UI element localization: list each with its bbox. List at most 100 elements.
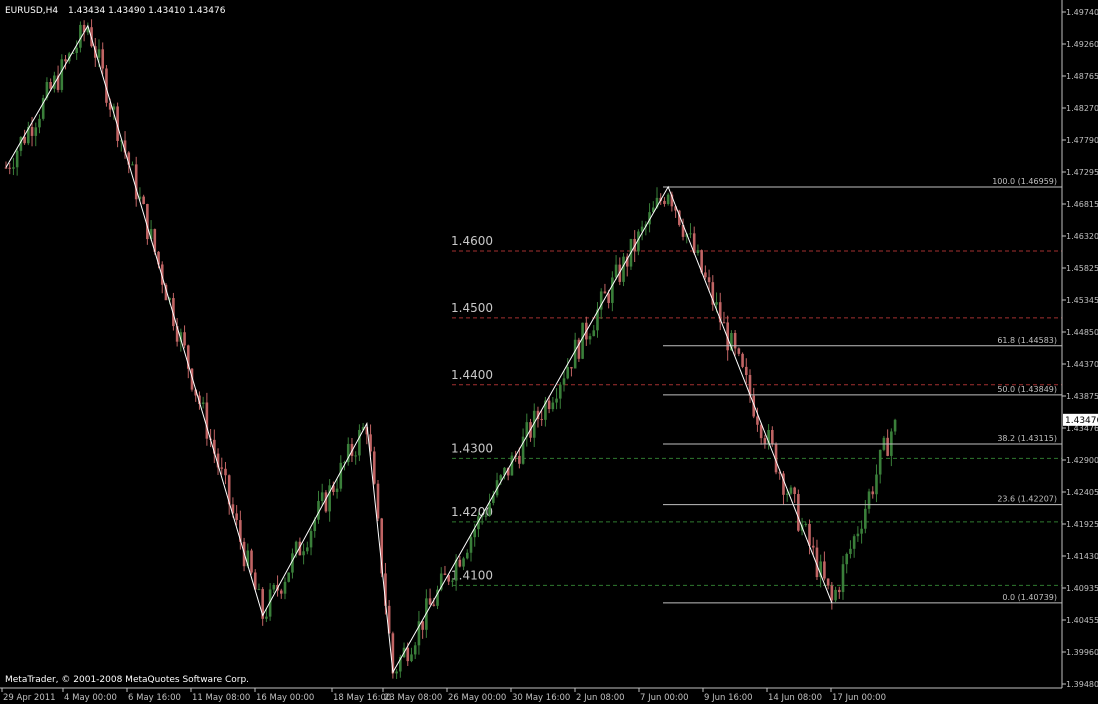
candle-body [581, 322, 584, 359]
price-tick-label: 1.42405 [1066, 488, 1098, 497]
candle-body [183, 332, 186, 346]
candle-body [220, 467, 224, 469]
candle-body [573, 339, 577, 369]
price-tick-label: 1.47295 [1066, 168, 1098, 177]
price-tick-label: 1.44370 [1066, 360, 1098, 369]
level-label: 1.4500 [451, 301, 493, 315]
candle-body [458, 559, 462, 567]
time-tick-label: 9 Jun 16:00 [704, 693, 753, 703]
candle-body [744, 366, 748, 375]
fib-level-label: 0.0 (1.40739) [1002, 593, 1057, 602]
candle-body [852, 536, 856, 549]
price-tick-label: 1.42900 [1066, 456, 1098, 465]
candle-body [30, 127, 34, 136]
time-tick-label: 2 Jun 08:00 [576, 693, 625, 703]
candle-body [841, 564, 845, 593]
current-price-label: 1.43476 [1065, 416, 1098, 426]
candle-body [4, 167, 8, 169]
time-tick-label: 23 May 08:00 [384, 693, 442, 703]
candle-body [793, 487, 796, 495]
candle-body [797, 494, 800, 531]
candle-body [570, 367, 573, 369]
price-tick-label: 1.40935 [1066, 584, 1098, 593]
price-tick-label: 1.48765 [1066, 72, 1098, 81]
candle-body [235, 513, 238, 521]
candle-body [785, 493, 789, 495]
price-tick-label: 1.39480 [1066, 680, 1098, 689]
candle-body [592, 330, 596, 337]
time-tick-label: 14 Jun 08:00 [768, 693, 822, 703]
candle-body [320, 492, 324, 502]
candle-body [12, 167, 15, 169]
candle-body [666, 194, 670, 205]
price-chart[interactable]: 1.46001.45001.44001.43001.42001.4100 100… [0, 0, 1098, 704]
candle-body [558, 384, 562, 399]
candle-body [547, 400, 551, 410]
price-tick-label: 1.48270 [1066, 104, 1098, 113]
chart-ohlc-values: 1.43434 1.43490 1.43410 1.43476 [68, 6, 226, 16]
candle-body [469, 537, 473, 553]
candle-body [413, 645, 417, 655]
candle-body [8, 167, 12, 169]
candle-body [146, 204, 149, 240]
candle-body [257, 589, 261, 591]
candle-body [540, 419, 543, 421]
price-tick-label: 1.41430 [1066, 552, 1098, 561]
candle-body [395, 671, 398, 674]
candle-body [834, 589, 837, 601]
candle-body [886, 437, 889, 456]
candle-body [309, 531, 313, 548]
candle-body [551, 402, 555, 410]
candle-body [789, 487, 793, 494]
candle-body [131, 164, 134, 166]
candle-body [845, 553, 849, 565]
current-price-marker: 1.43476 [1063, 413, 1098, 426]
candle-body [510, 455, 514, 476]
candle-body [488, 502, 491, 516]
time-tick-label: 17 Jun 00:00 [832, 693, 886, 703]
candle-body [707, 277, 711, 283]
candle-body [663, 200, 666, 205]
price-tick-label: 1.46320 [1066, 232, 1098, 241]
candle-body [763, 438, 767, 445]
candle-body [562, 378, 566, 385]
candle-body [614, 264, 618, 278]
time-tick-label: 16 May 00:00 [256, 693, 314, 703]
candle-body [465, 552, 469, 559]
candle-body [555, 398, 558, 403]
candle-body [607, 293, 610, 303]
candle-body [811, 545, 815, 548]
chart-symbol-title: EURUSD,H4 [5, 6, 58, 16]
candle-body [737, 348, 741, 354]
price-tick-label: 1.43875 [1066, 392, 1098, 401]
candle-body [588, 336, 592, 340]
price-tick-label: 1.45345 [1066, 296, 1098, 305]
price-tick-label: 1.49260 [1066, 40, 1098, 49]
candle-body [875, 474, 878, 495]
fib-level-label: 23.6 (1.42207) [997, 495, 1057, 504]
candle-body [205, 402, 209, 439]
time-tick-label: 26 May 00:00 [448, 693, 506, 703]
candle-body [826, 578, 830, 586]
candle-body [849, 548, 852, 554]
fib-level-label: 38.2 (1.43115) [997, 434, 1057, 443]
candle-body [443, 573, 447, 575]
time-tick-label: 7 Jun 00:00 [640, 693, 689, 703]
price-tick-label: 1.39960 [1066, 648, 1098, 657]
price-tick-label: 1.44850 [1066, 328, 1098, 337]
candle-body [771, 430, 774, 444]
candle-body [339, 462, 343, 489]
candle-body [97, 49, 101, 58]
candle-body [432, 604, 436, 606]
candle-body [689, 233, 692, 235]
candle-body [860, 528, 863, 534]
price-tick-label: 1.46815 [1066, 200, 1098, 209]
candle-body [451, 580, 454, 582]
candle-body [867, 491, 871, 509]
candle-body [335, 488, 339, 492]
candle-body [830, 585, 834, 601]
candle-body [837, 589, 841, 593]
price-tick-label: 1.49740 [1066, 8, 1098, 17]
candle-body [101, 49, 105, 69]
candle-body [462, 558, 465, 567]
